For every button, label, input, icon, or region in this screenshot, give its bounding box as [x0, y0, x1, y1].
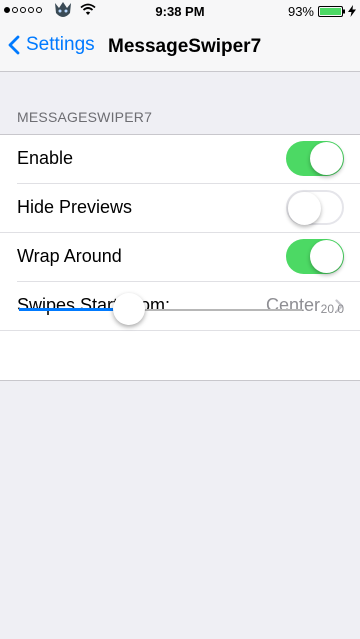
switch-knob	[310, 240, 343, 273]
navigation-bar: Settings MessageSwiper7	[0, 22, 360, 72]
switch-knob	[310, 142, 343, 175]
page-title: MessageSwiper7	[108, 36, 262, 57]
status-bar: 9:38 PM 93%	[0, 0, 360, 22]
wrap-around-row: Wrap Around	[0, 233, 360, 282]
slider-value-label: 20.0	[320, 302, 344, 316]
wrap-around-switch[interactable]	[286, 239, 344, 274]
swipes-start-row[interactable]: Swipes Start From: Center	[0, 282, 360, 331]
switch-knob	[288, 192, 321, 225]
battery-icon	[318, 6, 345, 17]
charging-bolt-icon	[348, 5, 356, 17]
hide-previews-row: Hide Previews	[0, 184, 360, 233]
slider-thumb[interactable]	[113, 293, 145, 325]
section-header: MESSAGESWIPER7	[17, 109, 153, 125]
settings-group: Enable Hide Previews Wrap Around Swipes …	[0, 134, 360, 381]
hide-previews-label: Hide Previews	[17, 197, 133, 217]
enable-label: Enable	[17, 148, 74, 168]
back-button[interactable]: Settings	[8, 34, 95, 56]
hide-previews-switch[interactable]	[286, 190, 344, 225]
wrap-around-label: Wrap Around	[17, 246, 122, 266]
swipes-start-value: Center	[265, 295, 320, 315]
swipes-start-label: Swipes Start From:	[17, 295, 171, 315]
back-button-label: Settings	[26, 34, 95, 55]
enable-row: Enable	[0, 135, 360, 184]
chevron-left-icon	[8, 35, 20, 55]
battery-percentage: 93%	[287, 4, 314, 19]
enable-switch[interactable]	[286, 141, 344, 176]
